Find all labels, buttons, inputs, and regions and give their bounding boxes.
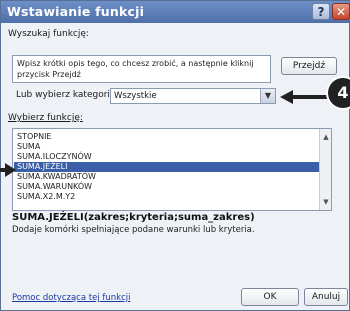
callout-arrow-line	[292, 95, 328, 99]
list-item[interactable]: SUMA.ILOCZYNÓW	[17, 152, 92, 162]
list-item[interactable]: SUMA.X2.M.Y2	[17, 192, 75, 202]
left-callout-arrow-icon	[5, 163, 16, 177]
list-item[interactable]: SUMA.WARUNKÓW	[17, 182, 92, 192]
function-help-link[interactable]: Pomoc dotycząca tej funkcji	[12, 293, 130, 303]
chevron-down-icon[interactable]: ▼	[260, 89, 275, 103]
function-syntax: SUMA.JEŻELI(zakres;kryteria;suma_zakres)	[12, 212, 255, 223]
ok-button[interactable]: OK	[241, 288, 299, 306]
scrollbar[interactable]: ▲ ▼	[319, 129, 331, 210]
list-item[interactable]: SUMA.KWADRATÓW	[17, 172, 96, 182]
insert-function-dialog: Wstawianie funkcji ? ✕ Wyszukaj funkcję:…	[0, 0, 350, 311]
function-description: Dodaje komórki spełniające podane warunk…	[12, 225, 255, 235]
go-button[interactable]: Przejdź	[281, 57, 337, 75]
category-label: Lub wybierz kategorię:	[16, 90, 119, 100]
help-button[interactable]: ?	[312, 3, 330, 20]
list-item[interactable]: SUMA	[17, 142, 40, 152]
callout-arrow-icon	[280, 90, 293, 104]
list-item[interactable]: STOPNIE	[17, 132, 51, 142]
close-icon: ✕	[335, 5, 347, 19]
dialog-title: Wstawianie funkcji	[7, 4, 145, 19]
category-select[interactable]: Wszystkie ▼	[110, 88, 276, 104]
function-list[interactable]: STOPNIE SUMA SUMA.ILOCZYNÓW SUMA.JEŻELI …	[12, 128, 332, 211]
title-bar[interactable]: Wstawianie funkcji ? ✕	[1, 1, 350, 23]
scroll-up-icon[interactable]: ▲	[320, 131, 331, 143]
callout-badge: 4	[328, 78, 350, 108]
category-value: Wszystkie	[114, 91, 157, 101]
function-list-label: Wybierz funkcję:	[8, 113, 83, 123]
search-label: Wyszukaj funkcję:	[8, 29, 89, 39]
help-icon: ?	[317, 5, 325, 19]
search-input[interactable]: Wpisz krótki opis tego, co chcesz zrobić…	[12, 55, 271, 83]
close-button[interactable]: ✕	[332, 3, 350, 20]
cancel-button[interactable]: Anuluj	[304, 288, 348, 306]
list-item-selected[interactable]: SUMA.JEŻELI	[14, 162, 319, 172]
scroll-down-icon[interactable]: ▼	[320, 196, 331, 208]
